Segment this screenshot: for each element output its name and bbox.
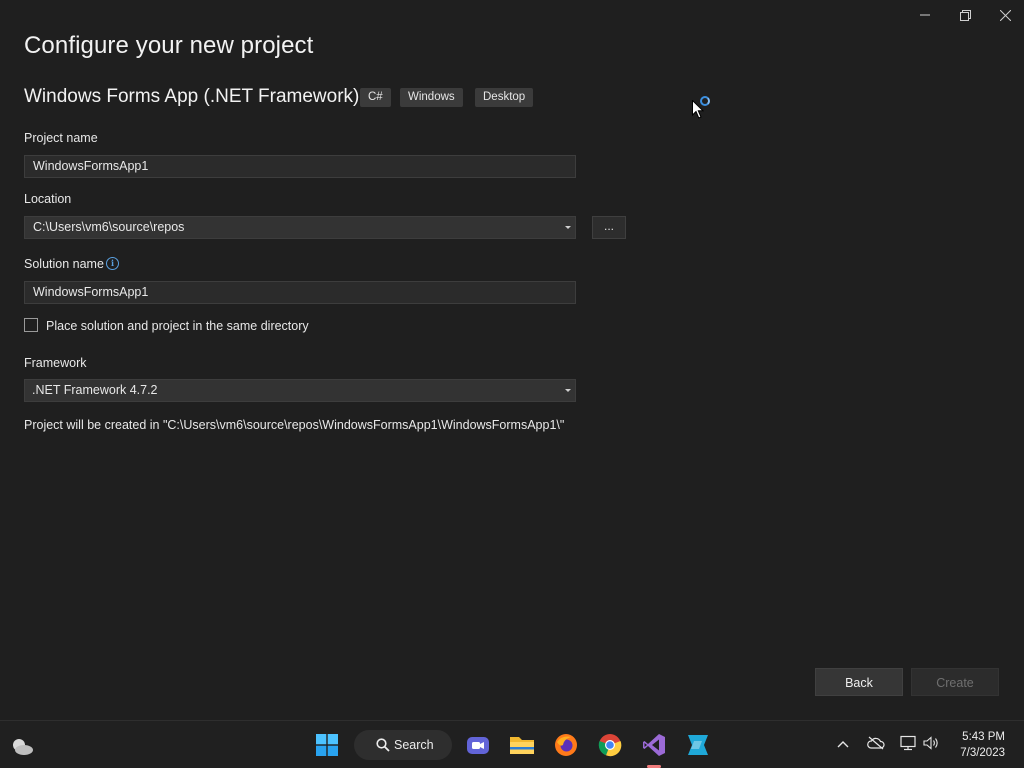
create-button[interactable]: Create (911, 668, 999, 696)
teams-icon[interactable] (465, 732, 491, 758)
volume-icon[interactable] (923, 736, 941, 753)
framework-label: Framework (24, 356, 87, 370)
same-directory-checkbox[interactable] (24, 318, 38, 332)
project-name-input[interactable]: WindowsFormsApp1 (24, 155, 576, 178)
mouse-cursor-icon (692, 100, 704, 119)
vs-installer-icon[interactable] (685, 732, 711, 758)
app-window: Configure your new project Windows Forms… (0, 0, 1024, 720)
info-icon[interactable]: i (106, 257, 119, 270)
clock-time: 5:43 PM (962, 731, 1005, 743)
network-icon[interactable] (899, 735, 917, 754)
solution-name-input[interactable]: WindowsFormsApp1 (24, 281, 576, 304)
firefox-icon[interactable] (553, 732, 579, 758)
location-combobox[interactable]: C:\Users\vm6\source\repos (24, 216, 576, 239)
restore-button[interactable] (945, 2, 985, 28)
tag-language: C# (360, 88, 391, 107)
visual-studio-icon[interactable] (641, 732, 667, 758)
chrome-icon[interactable] (597, 732, 623, 758)
tag-platform: Windows (400, 88, 463, 107)
page-title: Configure your new project (24, 32, 314, 59)
windows-start-icon[interactable] (314, 732, 340, 758)
tag-project-type: Desktop (475, 88, 534, 107)
onedrive-offline-icon[interactable] (867, 736, 885, 753)
browse-button[interactable]: ... (592, 216, 626, 239)
close-button[interactable] (985, 2, 1024, 28)
project-path-note: Project will be created in "C:\Users\vm6… (24, 418, 565, 432)
weather-widget-icon[interactable] (10, 733, 36, 759)
chevron-down-icon[interactable] (565, 389, 571, 392)
file-explorer-icon[interactable] (509, 732, 535, 758)
location-label: Location (24, 192, 72, 206)
clock-date: 7/3/2023 (960, 747, 1005, 759)
same-directory-label[interactable]: Place solution and project in the same d… (46, 319, 309, 333)
framework-value: .NET Framework 4.7.2 (32, 383, 158, 397)
taskbar-search[interactable]: Search (354, 730, 452, 760)
close-icon (999, 9, 1011, 21)
restore-icon (959, 9, 971, 21)
framework-dropdown[interactable]: .NET Framework 4.7.2 (24, 379, 576, 402)
template-name: Windows Forms App (.NET Framework) (24, 86, 360, 107)
minimize-button[interactable] (905, 2, 945, 28)
location-value: C:\Users\vm6\source\repos (33, 220, 185, 234)
chevron-down-icon[interactable] (565, 226, 571, 229)
back-button[interactable]: Back (815, 668, 903, 696)
search-icon (376, 738, 390, 752)
chevron-up-icon[interactable] (837, 737, 849, 751)
solution-name-label: Solution name (24, 257, 104, 271)
clock[interactable]: 5:43 PM 7/3/2023 (960, 729, 1005, 761)
taskbar: Search 5:43 PM 7/3/2023 (0, 720, 1024, 768)
project-name-label: Project name (24, 131, 98, 145)
search-label: Search (394, 738, 434, 752)
minimize-icon (920, 14, 930, 16)
